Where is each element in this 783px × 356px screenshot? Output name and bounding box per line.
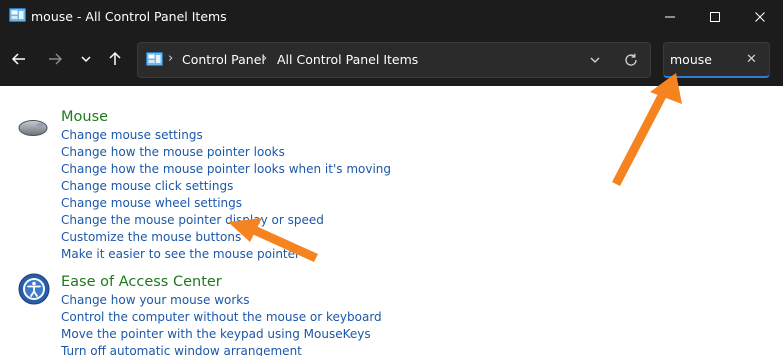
chevron-right-icon[interactable]: › xyxy=(262,51,267,66)
group-title-mouse[interactable]: Mouse xyxy=(61,109,108,125)
recent-locations-button[interactable] xyxy=(75,48,97,70)
navigation-bar: › Control Panel › All Control Panel Item… xyxy=(0,34,783,86)
result-link[interactable]: Turn off automatic window arrangement xyxy=(61,344,302,356)
result-link[interactable]: Change how your mouse works xyxy=(61,293,250,307)
close-button[interactable] xyxy=(737,0,783,34)
minimize-icon xyxy=(665,16,675,18)
maximize-button[interactable] xyxy=(692,0,738,34)
maximize-icon xyxy=(710,12,720,22)
result-link[interactable]: Change how the mouse pointer looks when … xyxy=(61,162,391,176)
breadcrumb-control-panel[interactable]: Control Panel xyxy=(182,52,265,67)
result-link[interactable]: Make it easier to see the mouse pointer xyxy=(61,247,300,261)
mouse-icon xyxy=(18,120,48,136)
close-icon[interactable]: ✕ xyxy=(746,52,757,67)
ease-of-access-icon xyxy=(18,273,50,305)
close-icon xyxy=(755,12,765,22)
result-link[interactable]: Change mouse click settings xyxy=(61,179,233,193)
chevron-down-icon xyxy=(81,56,91,63)
up-arrow-icon xyxy=(109,51,121,65)
chevron-down-icon[interactable] xyxy=(588,53,602,67)
chevron-right-icon: › xyxy=(168,51,174,66)
refresh-icon[interactable] xyxy=(623,52,639,68)
control-panel-icon xyxy=(146,52,163,66)
result-link[interactable]: Change the mouse pointer display or spee… xyxy=(61,213,324,227)
up-button[interactable] xyxy=(104,48,126,70)
result-link[interactable]: Change mouse wheel settings xyxy=(61,196,242,210)
result-link[interactable]: Control the computer without the mouse o… xyxy=(61,310,382,324)
result-link[interactable]: Move the pointer with the keypad using M… xyxy=(61,327,371,341)
window-title: mouse - All Control Panel Items xyxy=(31,9,227,24)
forward-arrow-icon xyxy=(49,53,63,65)
group-title-ease-of-access[interactable]: Ease of Access Center xyxy=(61,274,222,290)
result-link[interactable]: Customize the mouse buttons xyxy=(61,230,241,244)
forward-button[interactable] xyxy=(44,48,66,70)
results-pane: Mouse Change mouse settings Change how t… xyxy=(0,86,783,356)
search-input[interactable]: mouse xyxy=(670,52,712,67)
control-panel-icon xyxy=(9,8,26,22)
breadcrumb-all-items[interactable]: All Control Panel Items xyxy=(277,52,418,67)
search-box[interactable]: mouse ✕ xyxy=(663,42,770,78)
title-bar: mouse - All Control Panel Items xyxy=(0,0,783,34)
minimize-button[interactable] xyxy=(647,0,693,34)
back-arrow-icon xyxy=(11,53,25,65)
result-link[interactable]: Change how the mouse pointer looks xyxy=(61,145,285,159)
back-button[interactable] xyxy=(8,48,30,70)
control-panel-window: mouse - All Control Panel Items › Contro… xyxy=(0,0,783,356)
result-link[interactable]: Change mouse settings xyxy=(61,128,203,142)
address-bar[interactable]: › Control Panel › All Control Panel Item… xyxy=(137,42,651,78)
